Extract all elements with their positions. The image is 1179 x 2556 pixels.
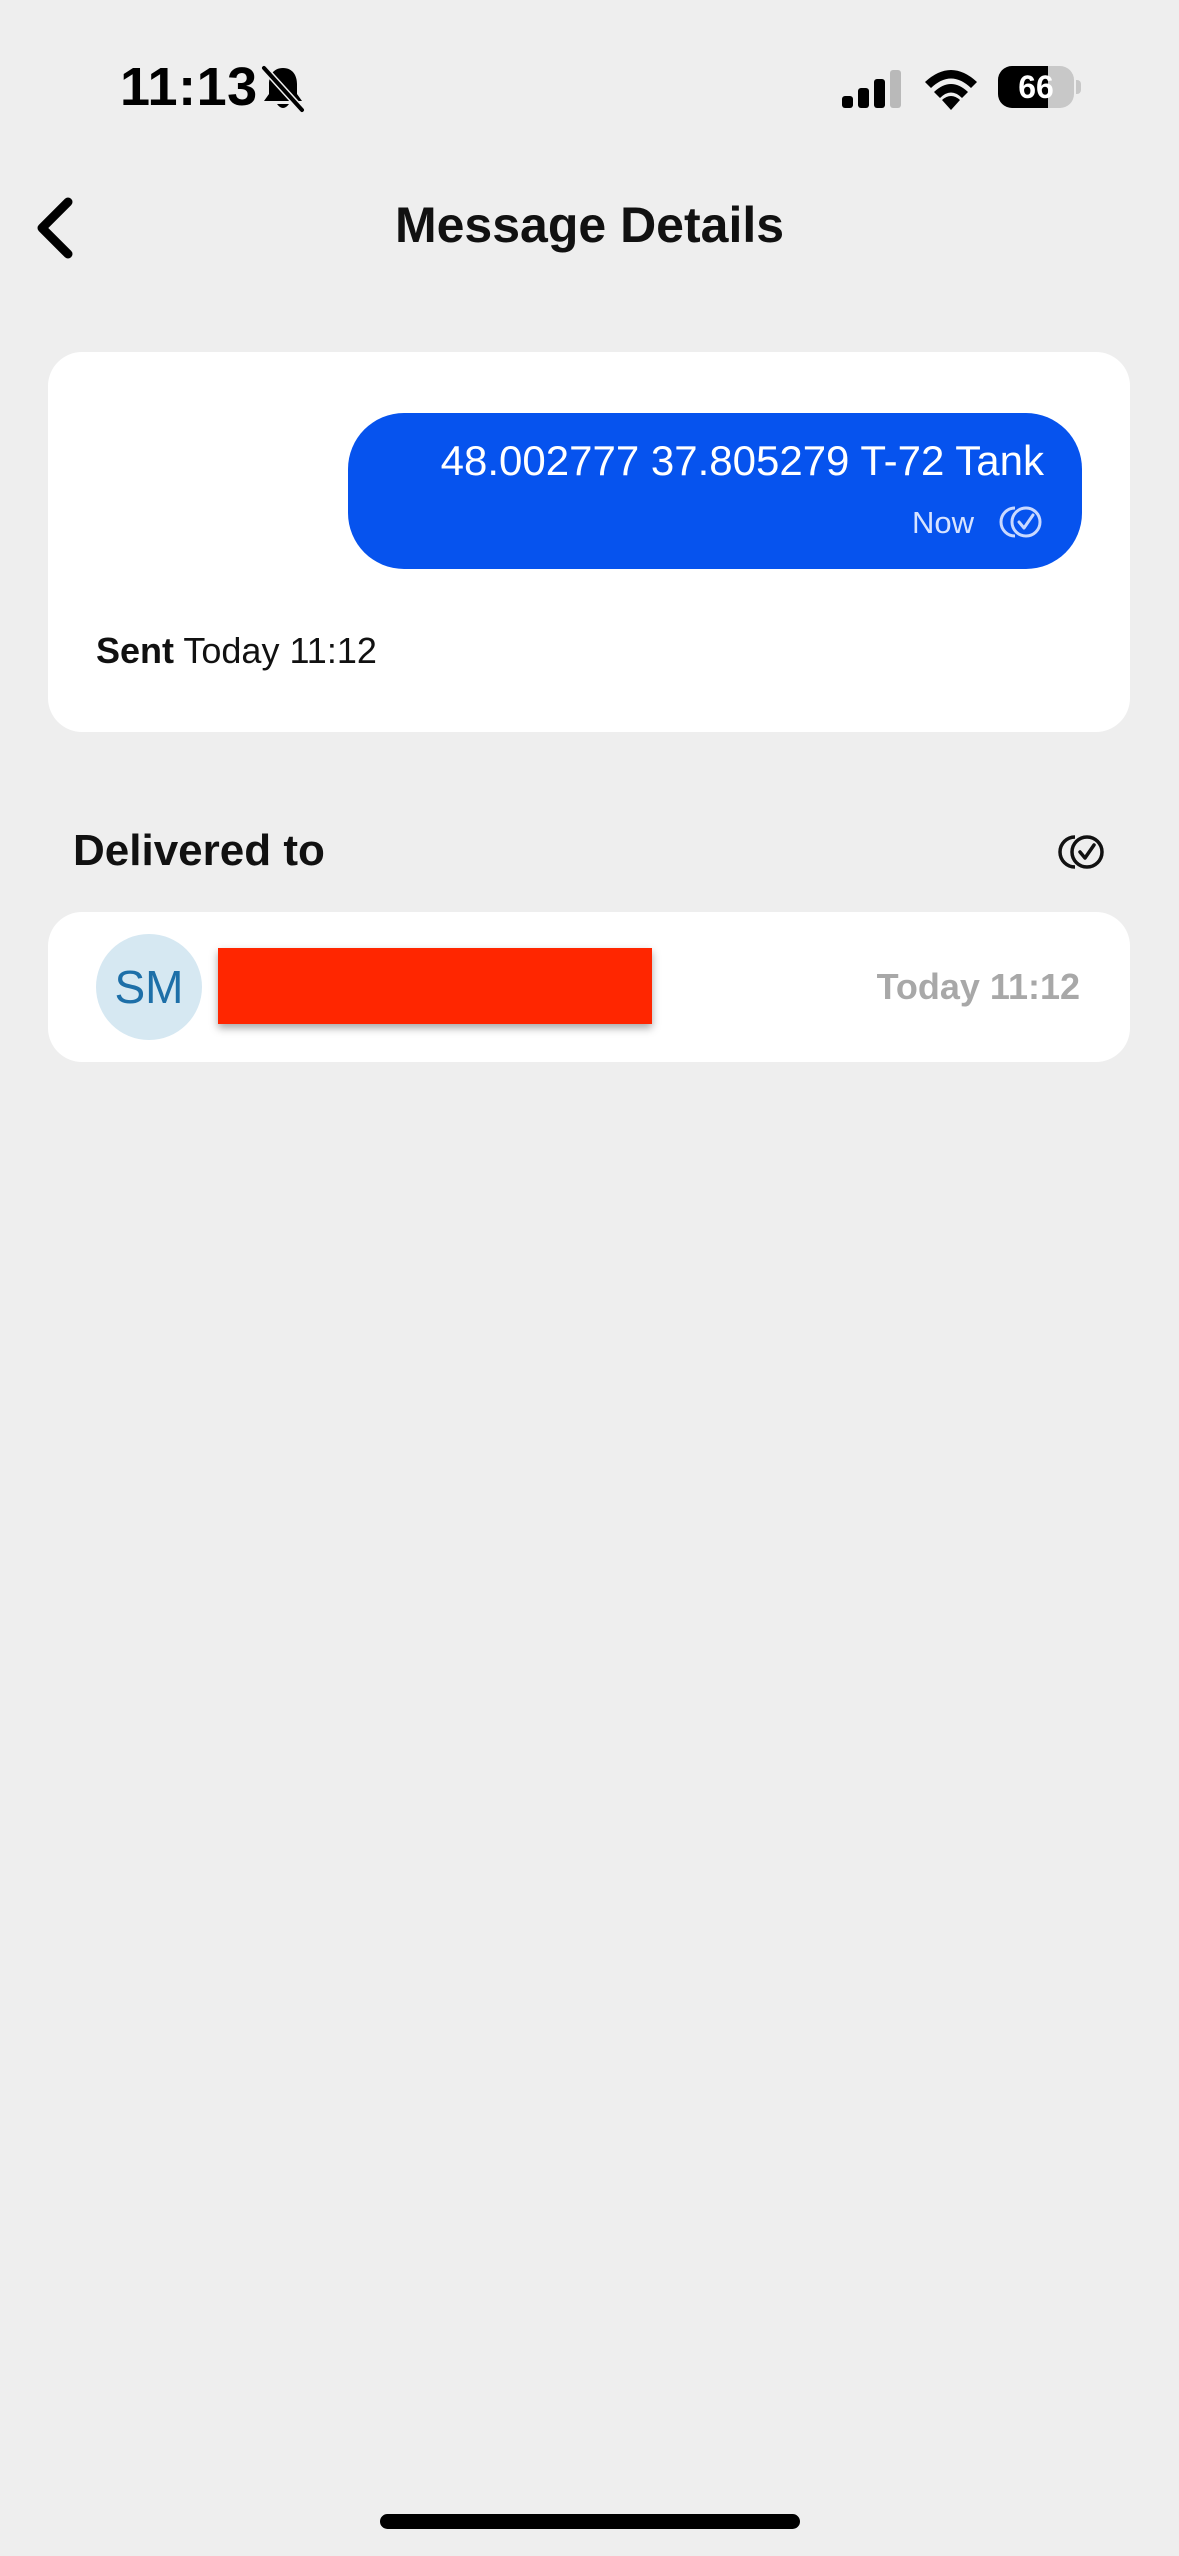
page-title: Message Details [394, 197, 785, 253]
bell-slash-icon [261, 65, 305, 113]
message-bubble[interactable]: 48.002777 37.805279 T-72 Tank Now [348, 413, 1082, 569]
recipient-row[interactable]: SM Today 11:12 [48, 912, 1130, 1062]
double-check-icon [1058, 835, 1104, 869]
sent-label: Sent [96, 630, 175, 671]
home-indicator[interactable] [380, 2514, 800, 2529]
sent-value: Today 11:12 [183, 630, 377, 671]
status-time: 11:13 [120, 57, 258, 117]
recipient-time: Today 11:12 [876, 966, 1080, 1007]
battery-icon: 66 [998, 66, 1081, 108]
avatar: SM [96, 934, 202, 1040]
message-text: 48.002777 37.805279 T-72 Tank [440, 437, 1044, 484]
message-time: Now [911, 505, 974, 540]
double-check-icon [999, 506, 1042, 538]
status-bar: 11:13 66 [0, 0, 1179, 170]
delivered-header: Delivered to [73, 826, 325, 875]
wifi-icon [925, 70, 977, 110]
battery-level: 66 [1018, 69, 1054, 105]
redacted-name [218, 948, 652, 1024]
message-card: 48.002777 37.805279 T-72 Tank Now Sent T… [48, 352, 1130, 732]
cellular-signal-icon [842, 70, 901, 108]
sent-info: Sent Today 11:12 [96, 630, 377, 672]
